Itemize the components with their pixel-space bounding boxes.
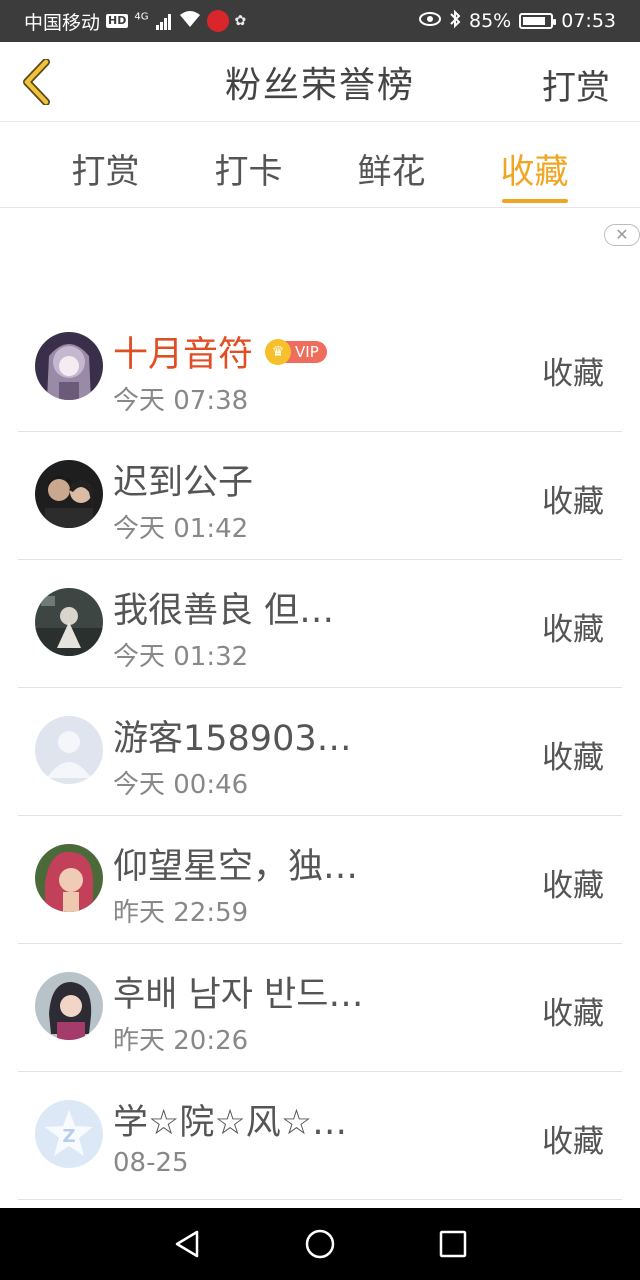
action-label: 收藏 (542, 484, 604, 520)
timestamp: 昨天 22:59 (113, 898, 249, 928)
system-nav-bar (0, 1208, 640, 1280)
tab-label: 打卡 (214, 152, 283, 192)
name-line: 迟到公子 (113, 454, 253, 505)
timestamp: 昨天 20:26 (113, 1026, 249, 1056)
user-name: 游客1589038… (113, 719, 365, 759)
back-button[interactable] (14, 56, 58, 108)
reward-button[interactable]: 打赏 (542, 60, 610, 109)
user-name: 十月音符 (113, 335, 254, 375)
svg-text:Z: Z (62, 1126, 75, 1147)
timestamp: 今天 01:42 (113, 514, 249, 544)
crown-icon: ♛ (265, 338, 292, 365)
timestamp: 08-25 (113, 1148, 189, 1178)
tab-underline (501, 199, 568, 203)
name-line: 我很善良 但… (113, 582, 334, 633)
action-label: 收藏 (542, 612, 604, 648)
status-right: 85% 07:53 (419, 9, 616, 34)
list-item[interactable]: 我很善良 但… 今天 01:32 收藏 (18, 560, 622, 688)
tab-favorites[interactable]: 收藏 (480, 122, 590, 207)
timestamp: 今天 01:32 (113, 642, 249, 672)
action-label: 收藏 (542, 996, 604, 1032)
tab-label: 打赏 (71, 152, 140, 192)
default-user-avatar[interactable] (35, 716, 103, 784)
battery-fill (523, 17, 546, 25)
name-line: 후배 남자 반드… (113, 966, 363, 1017)
name-line: 十月音符 ♛ VIP (113, 326, 327, 377)
couple-photo-avatar[interactable] (35, 460, 103, 528)
wifi-icon (179, 10, 201, 33)
tab-label: 收藏 (500, 152, 569, 192)
battery-icon (519, 13, 557, 29)
action-label: 收藏 (542, 868, 604, 904)
name-line: 学☆院☆风☆… (113, 1094, 347, 1145)
status-bar: 中国移动 HD 4G ✿ 85% 07:53 (0, 0, 640, 42)
list-item[interactable]: 仰望星空，独… 昨天 22:59 收藏 (18, 816, 622, 944)
action-label: 收藏 (542, 356, 604, 392)
tab-flowers[interactable]: 鲜花 (337, 122, 447, 207)
battery-percent: 85% (469, 10, 512, 32)
action-label: 收藏 (542, 740, 604, 776)
vip-badge: ♛ VIP (265, 338, 327, 365)
list-item[interactable]: 十月音符 ♛ VIP 今天 07:38 收藏 (18, 304, 622, 432)
timestamp: 今天 00:46 (113, 770, 249, 800)
list-item[interactable]: Z 学☆院☆风☆… 08-25 收藏 (18, 1072, 622, 1200)
anime-girl-avatar[interactable] (35, 332, 103, 400)
signal-icon: 4G (134, 10, 172, 32)
eye-icon (419, 10, 441, 32)
nav-home-button[interactable] (300, 1224, 340, 1264)
name-line: 游客1589038… (113, 710, 365, 761)
nav-recents-button[interactable] (433, 1224, 473, 1264)
chevron-left-icon (23, 59, 50, 105)
clock: 07:53 (561, 10, 616, 32)
list-item[interactable]: 迟到公子 今天 01:42 收藏 (18, 432, 622, 560)
list-item[interactable]: 游客1589038… 今天 00:46 收藏 (18, 688, 622, 816)
nav-back-button[interactable] (167, 1224, 207, 1264)
qzone-logo-avatar[interactable]: Z (35, 1100, 103, 1168)
app-notification-icon (206, 10, 229, 32)
user-name: 仰望星空，独… (113, 847, 359, 887)
dark-photo-avatar[interactable] (35, 588, 103, 656)
action-label: 收藏 (542, 1124, 604, 1160)
timestamp: 今天 07:38 (113, 386, 249, 416)
bluetooth-icon (449, 9, 461, 34)
red-hair-avatar[interactable] (35, 844, 103, 912)
app-header: 粉丝荣誉榜 打赏 (0, 42, 640, 122)
girl-photo-avatar[interactable] (35, 972, 103, 1040)
name-line: 仰望星空，独… (113, 838, 358, 889)
network-type: 4G (134, 11, 149, 23)
tab-checkin[interactable]: 打卡 (194, 122, 304, 207)
tab-reward[interactable]: 打赏 (51, 122, 161, 207)
ad-close-button[interactable]: ✕ (604, 224, 640, 246)
hd-badge: HD (106, 14, 129, 28)
tab-label: 鲜花 (357, 152, 426, 192)
close-icon: ✕ (615, 225, 629, 244)
list-item[interactable]: 후배 남자 반드… 昨天 20:26 收藏 (18, 944, 622, 1072)
user-name: 学☆院☆风☆… (113, 1103, 348, 1143)
tab-bar: 打赏 打卡 鲜花 收藏 (0, 122, 640, 208)
carrier-label: 中国移动 (24, 11, 101, 34)
triangle-back-icon (175, 1230, 198, 1258)
fan-list: 十月音符 ♛ VIP 今天 07:38 收藏 迟到公子 今天 01:42 收藏 … (0, 304, 640, 1200)
status-left: 中国移动 HD 4G ✿ (24, 8, 419, 35)
circle-home-icon (305, 1229, 335, 1259)
square-recents-icon (440, 1230, 467, 1258)
user-name: 후배 남자 반드… (113, 975, 364, 1015)
user-name: 迟到公子 (113, 463, 254, 503)
user-name: 我很善良 但… (113, 591, 335, 631)
app-notification-icon-2: ✿ (234, 13, 247, 29)
